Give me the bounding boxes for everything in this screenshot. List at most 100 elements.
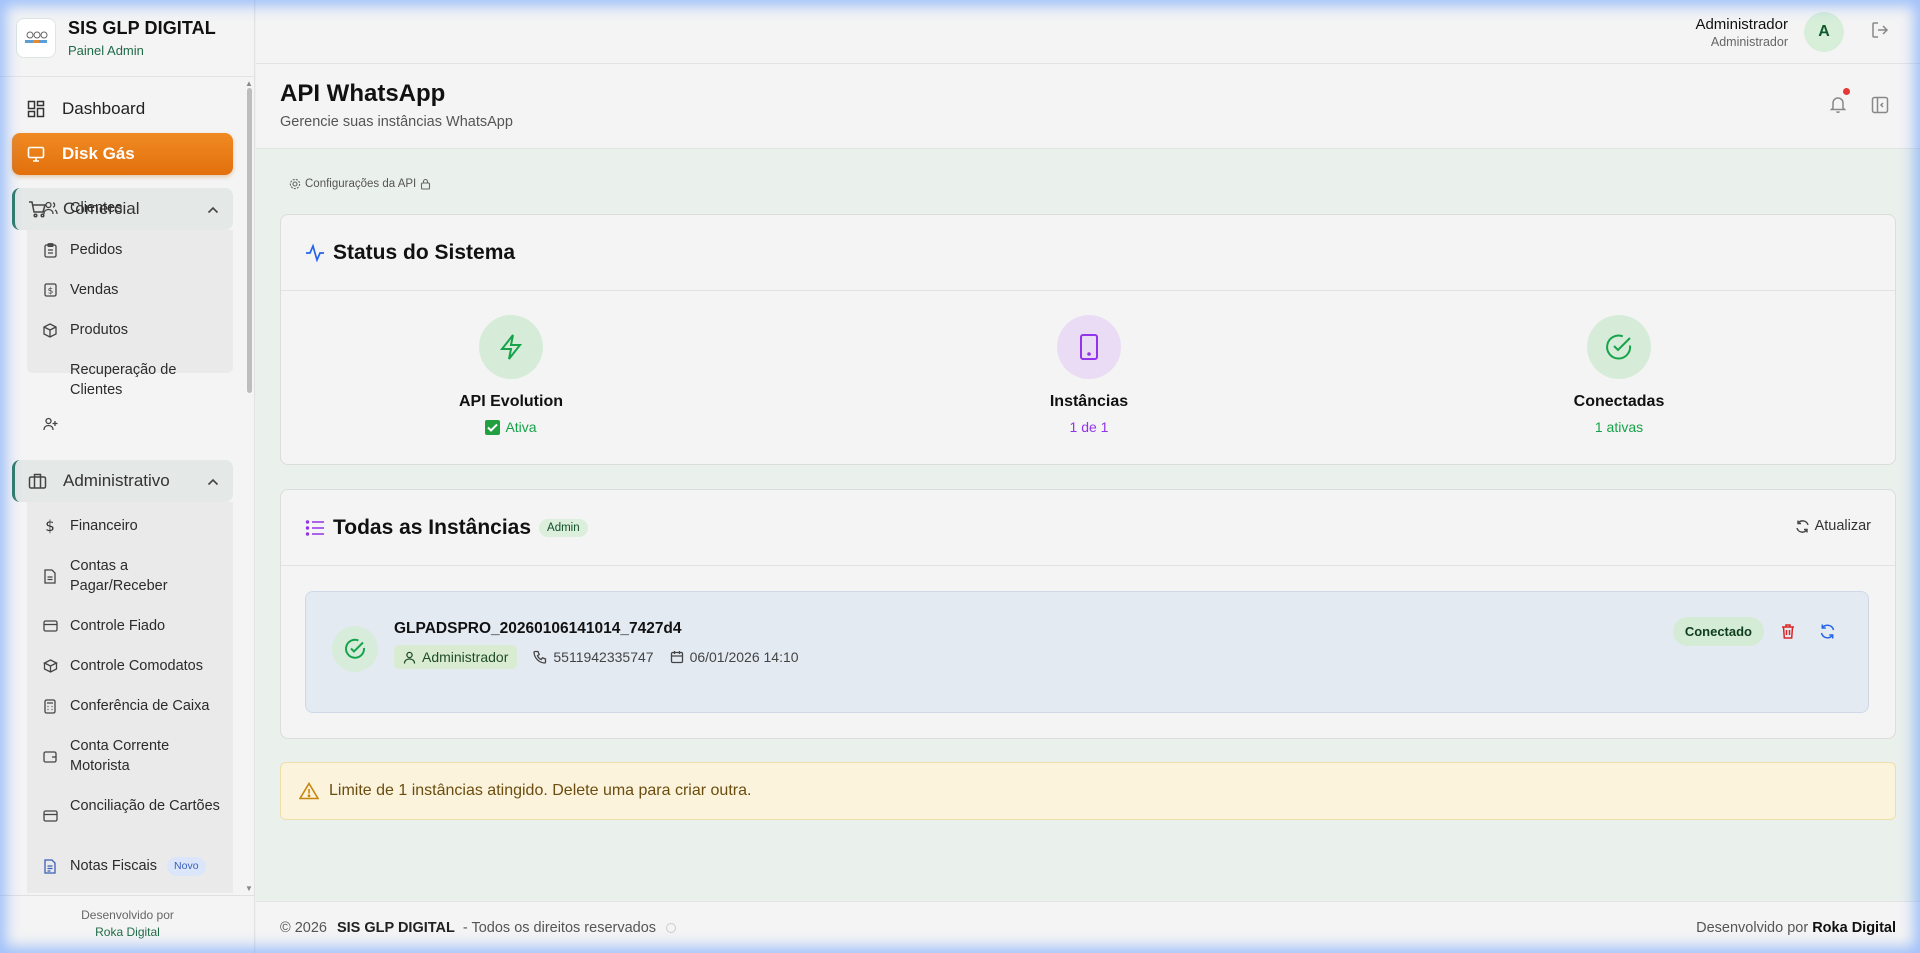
- page-header: API WhatsApp Gerencie suas instâncias Wh…: [256, 64, 1920, 149]
- briefcase-icon: [27, 471, 47, 491]
- instance-name: GLPADSPRO_20260106141014_7427d4: [394, 620, 682, 637]
- credit-card-icon: [42, 616, 58, 636]
- sidebar-item-label: Recuperação de Clientes: [70, 362, 177, 398]
- check-box-icon: [485, 419, 501, 435]
- zap-icon: [479, 315, 543, 379]
- sidebar-item-label: Dashboard: [62, 99, 146, 118]
- sidebar-item-disk-gas[interactable]: Disk Gás: [12, 133, 233, 175]
- sidebar-item-label: Controle Fiado: [70, 618, 166, 634]
- card-header: Todas as Instâncias Admin: [281, 490, 1895, 566]
- warning-icon: [299, 782, 319, 800]
- owner-badge: Administrador: [394, 645, 518, 669]
- stat-value: 1 ativas: [1594, 419, 1644, 435]
- dollar-icon: $: [45, 517, 55, 535]
- instance-meta: Administrador 5511942335747 06/01/2026 1…: [394, 645, 799, 669]
- sync-button[interactable]: [1819, 623, 1836, 645]
- clipboard-icon: [42, 240, 58, 260]
- sidebar-item-financeiro[interactable]: $ Financeiro: [42, 516, 222, 536]
- user-name: Administrador: [1695, 16, 1788, 33]
- card-title: Status do Sistema: [333, 240, 516, 264]
- api-config-link[interactable]: Configurações da API: [289, 178, 431, 190]
- limit-alert: Limite de 1 instâncias atingido. Delete …: [280, 762, 1896, 820]
- refresh-label: Atualizar: [1814, 518, 1871, 534]
- stat-conectadas: Conectadas 1 ativas: [1519, 315, 1719, 435]
- gear-icon: [289, 178, 301, 190]
- footer-dot-icon: [666, 922, 677, 933]
- stat-value: 1 de 1: [1069, 419, 1109, 435]
- sidebar-item-vendas[interactable]: $ Vendas: [42, 280, 222, 300]
- calendar-icon: [670, 651, 683, 664]
- instance-row[interactable]: GLPADSPRO_20260106141014_7427d4 Administ…: [305, 591, 1869, 713]
- stat-instancias: Instâncias 1 de 1: [989, 315, 1189, 435]
- brand-logo: [16, 18, 56, 58]
- receipt-icon: $: [42, 280, 58, 300]
- sidebar-item-label: Pedidos: [70, 242, 123, 258]
- trash-icon: [1782, 624, 1794, 639]
- sidebar-item-label: Financeiro: [70, 518, 138, 534]
- user-role: Administrador: [1710, 35, 1788, 49]
- sidebar-footer-company: Roka Digital: [95, 925, 160, 939]
- users-icon: [42, 198, 58, 218]
- footer-credit: Desenvolvido por Roka Digital: [1696, 920, 1896, 936]
- file-text-icon: [42, 856, 58, 876]
- stat-api-evolution: API Evolution Ativa: [411, 315, 611, 435]
- delete-button[interactable]: [1780, 623, 1796, 645]
- refresh-icon: [1795, 519, 1809, 533]
- sidebar-item-contas[interactable]: Contas a Pagar/Receber: [42, 556, 222, 596]
- sidebar-item-label: Notas Fiscais: [70, 858, 158, 874]
- sidebar-item-label: Conciliação de Cartões: [70, 798, 220, 814]
- sidebar-item-controle-fiado[interactable]: Controle Fiado: [42, 616, 222, 636]
- main-content: Configurações da API Status do Sistema A…: [256, 150, 1920, 900]
- page-title: API WhatsApp: [280, 80, 446, 107]
- bell-icon[interactable]: [1828, 94, 1848, 119]
- alert-text: Limite de 1 instâncias atingido. Delete …: [329, 782, 752, 799]
- scroll-down-icon[interactable]: ▼: [245, 884, 253, 893]
- stat-name: Instâncias: [1049, 393, 1129, 410]
- card-header: Status do Sistema: [281, 215, 1895, 291]
- sidebar-item-conta-corrente[interactable]: Conta Corrente Motorista: [42, 736, 222, 776]
- footer-rights: - Todos os direitos reservados: [462, 919, 657, 936]
- brand: SIS GLP DIGITAL Painel Admin: [0, 0, 254, 77]
- sidebar-item-recuperacao-clientes[interactable]: Recuperação de Clientes: [42, 362, 222, 434]
- system-status-card: Status do Sistema API Evolution Ativa In…: [280, 214, 1896, 465]
- stat-value-text: Ativa: [505, 419, 537, 435]
- sidebar-item-label: Vendas: [70, 282, 119, 298]
- sidebar-item-notas-fiscais[interactable]: Notas Fiscais Novo: [42, 856, 222, 876]
- sidebar-footer-line1: Desenvolvido por: [81, 908, 174, 922]
- sidebar-group-administrativo[interactable]: Administrativo: [12, 460, 233, 502]
- footer-copyright: © 2026 SIS GLP DIGITAL - Todos os direit…: [280, 919, 677, 936]
- panel-toggle-icon[interactable]: [1870, 95, 1890, 120]
- sidebar-scrollbar-thumb[interactable]: [247, 88, 252, 393]
- credit-card-icon: [42, 806, 58, 826]
- sidebar-nav: Dashboard Disk Gás Comercial Clientes Pe…: [0, 78, 245, 893]
- list-icon: [305, 519, 324, 536]
- sidebar-item-clientes[interactable]: Clientes: [42, 198, 222, 218]
- status-badge: Conectado: [1672, 617, 1764, 646]
- phone-icon: [533, 650, 547, 664]
- avatar[interactable]: A: [1804, 12, 1844, 52]
- monitor-icon: [26, 144, 46, 164]
- logout-icon[interactable]: [1870, 20, 1890, 45]
- notification-dot: [1843, 88, 1850, 95]
- copyright-year: © 2026: [280, 919, 327, 936]
- refresh-icon: [1820, 624, 1835, 639]
- instance-phone: 5511942335747: [553, 649, 654, 665]
- sidebar-item-label: Clientes: [70, 200, 123, 216]
- user-icon: [403, 651, 416, 664]
- sidebar-item-pedidos[interactable]: Pedidos: [42, 240, 222, 260]
- sidebar-item-conciliacao[interactable]: Conciliação de Cartões: [42, 796, 222, 826]
- calculator-icon: [42, 696, 58, 716]
- sidebar-item-dashboard[interactable]: Dashboard: [12, 88, 233, 130]
- admin-badge: Admin: [539, 518, 588, 537]
- brand-title: SIS GLP DIGITAL: [68, 18, 216, 38]
- svg-text:$: $: [47, 287, 53, 297]
- sidebar-item-controle-comodatos[interactable]: Controle Comodatos: [42, 656, 222, 676]
- sidebar-item-conferencia-caixa[interactable]: Conferência de Caixa: [42, 696, 222, 716]
- scroll-up-icon[interactable]: ▲: [245, 79, 253, 88]
- phone-meta: 5511942335747: [533, 649, 654, 665]
- page-subtitle: Gerencie suas instâncias WhatsApp: [280, 114, 513, 130]
- smartphone-icon: [1057, 315, 1121, 379]
- stat-name: API Evolution: [459, 393, 563, 410]
- sidebar-item-produtos[interactable]: Produtos: [42, 320, 222, 340]
- refresh-button[interactable]: Atualizar: [1795, 518, 1871, 534]
